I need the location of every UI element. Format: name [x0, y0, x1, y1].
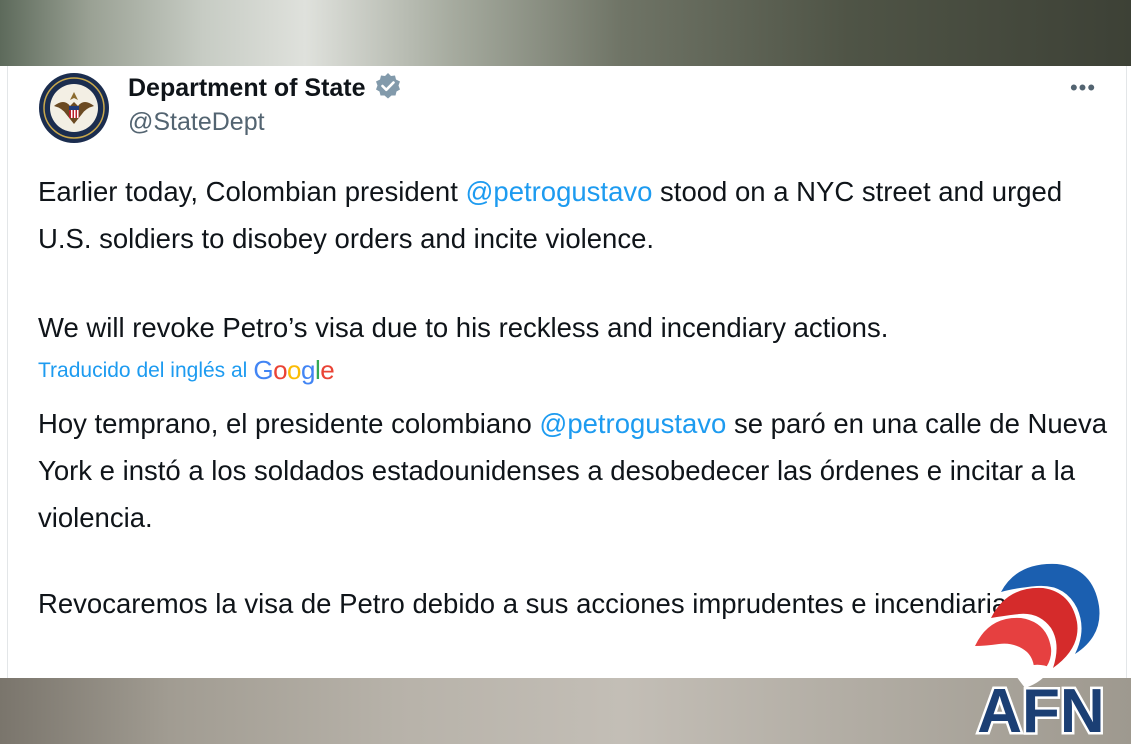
tweet-text-en-paragraph-2: We will revoke Petro’s visa due to his r… [38, 312, 889, 343]
more-icon: ••• [1069, 75, 1097, 100]
background-photo-top [0, 0, 1131, 66]
author-handle[interactable]: @StateDept [128, 108, 265, 137]
author-display-name[interactable]: Department of State [128, 74, 366, 103]
afn-text: AFN [977, 677, 1104, 742]
tweet-text-en-paragraph-1: Earlier today, Colombian president @petr… [38, 168, 1108, 262]
mention-link[interactable]: @petrogustavo [466, 176, 653, 207]
translation-label[interactable]: Traducido del inglés al [38, 359, 247, 383]
afn-watermark-logo: AFN [955, 556, 1125, 747]
translation-attribution[interactable]: Traducido del inglés al Google [38, 355, 335, 386]
text-segment: Hoy temprano, el presidente colombiano [38, 408, 540, 439]
tweet-text-es-paragraph-1: Hoy temprano, el presidente colombiano @… [38, 400, 1108, 541]
avatar[interactable] [38, 72, 110, 144]
text-segment: Earlier today, Colombian president [38, 176, 466, 207]
tweet-text-es-paragraph-2: Revocaremos la visa de Petro debido a su… [38, 588, 1029, 619]
author-name-row[interactable]: Department of State [128, 72, 402, 105]
state-seal-icon [39, 73, 109, 143]
more-options-button[interactable]: ••• [1065, 74, 1101, 102]
google-logo: Google [253, 355, 335, 385]
verified-badge-icon [374, 72, 402, 105]
mention-link[interactable]: @petrogustavo [539, 408, 726, 439]
